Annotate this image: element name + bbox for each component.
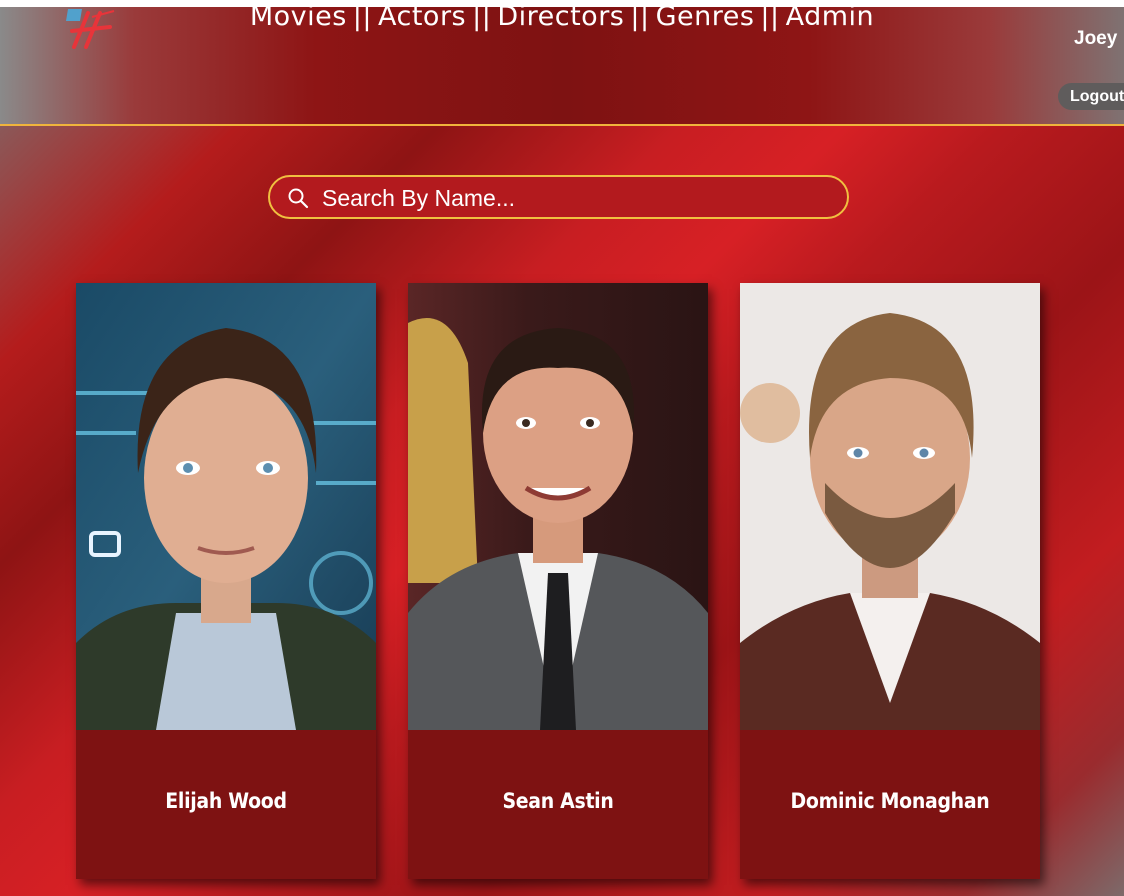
nav-directors[interactable]: Directors <box>497 1 624 32</box>
nav-admin[interactable]: Admin <box>786 1 875 32</box>
nav-actors[interactable]: Actors <box>378 1 466 32</box>
site-header: Movies || Actors || Directors || Genres || Admin… <box>0 1 1124 126</box>
logout-button[interactable]: Logout <box>1058 83 1124 110</box>
username-label: Joey <box>1074 28 1118 49</box>
nav-separator: || <box>760 1 780 32</box>
actor-name: Dominic Monaghan <box>790 789 990 813</box>
search-icon <box>287 187 309 209</box>
actor-photo <box>76 283 376 730</box>
actor-name: Elijah Wood <box>165 789 287 813</box>
main-nav: Movies || Actors || Directors || Genres || Admin <box>0 1 1124 32</box>
actor-photo <box>408 283 708 730</box>
search-input[interactable] <box>320 181 824 215</box>
actor-card[interactable]: Dominic Monaghan <box>740 283 1040 879</box>
actor-card[interactable]: Elijah Wood <box>76 283 376 879</box>
actor-name: Sean Astin <box>502 789 614 813</box>
actor-card[interactable]: Sean Astin <box>408 283 708 879</box>
nav-separator: || <box>352 1 372 32</box>
search-box <box>268 175 849 219</box>
nav-movies[interactable]: Movies <box>250 1 347 32</box>
nav-separator: || <box>472 1 492 32</box>
nav-genres[interactable]: Genres <box>656 1 755 32</box>
actor-photo <box>740 283 1040 730</box>
nav-separator: || <box>630 1 650 32</box>
